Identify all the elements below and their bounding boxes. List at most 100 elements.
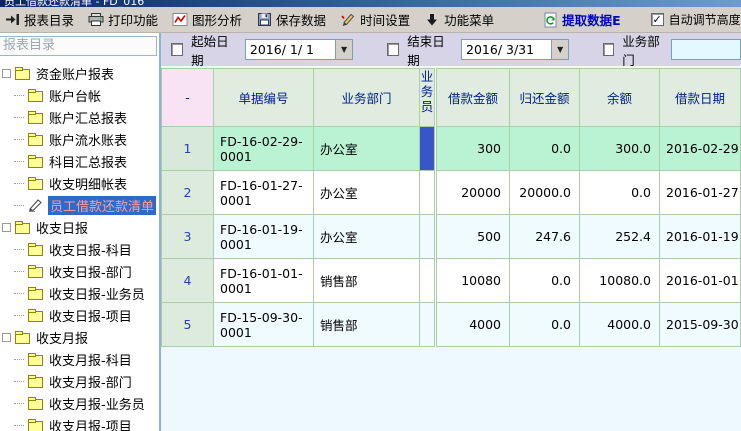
sidebar-item-daily-subject[interactable]: 收支日报-科目 (0, 238, 159, 260)
auto-height-checkbox[interactable] (651, 13, 664, 26)
printer-icon (88, 12, 104, 28)
sidebar-item-account-flow[interactable]: 账户流水账表 (0, 128, 159, 150)
extract-data-label: 提取数据E (562, 10, 621, 29)
table-header-row: - 单据编号 业务部门 业务员 借款金额 归还金额 余额 借款日期 (162, 69, 741, 127)
window-titlebar: 员工借款还款清单 - FD_016 (0, 0, 741, 7)
report-directory-button[interactable]: 报表目录 (2, 8, 80, 31)
sidebar-item-daily-report[interactable]: 收支日报 (0, 216, 159, 238)
department-label: 业务部门 (622, 33, 663, 66)
folder-icon (28, 289, 43, 300)
sidebar-item-daily-project[interactable]: 收支日报-项目 (0, 304, 159, 326)
auto-height-toggle[interactable]: 自动调节高度 (651, 11, 741, 28)
window-title: 员工借款还款清单 - FD_016 (4, 0, 144, 7)
end-date-label: 结束日期 (407, 33, 453, 66)
tree-expand-icon[interactable] (2, 223, 11, 232)
table-row[interactable]: 1 FD-16-02-29-0001 办公室 300 0.0 300.0 201… (162, 127, 741, 171)
sidebar-header: 报表目录 (0, 36, 157, 56)
folder-icon (28, 355, 43, 366)
loan-table-wrap: - 单据编号 业务部门 业务员 借款金额 归还金额 余额 借款日期 1 FD-1… (161, 68, 741, 347)
time-settings-button[interactable]: 时间设置 (338, 8, 416, 31)
selected-cell[interactable] (420, 127, 436, 171)
save-data-label: 保存数据 (276, 10, 326, 29)
folder-icon (28, 421, 43, 431)
table-row[interactable]: 3 FD-16-01-19-0001 办公室 500 247.6 252.4 2… (162, 215, 741, 259)
end-date-filter: 结束日期 2016/ 3/31 ▼ (387, 33, 569, 66)
report-tree: 资金账户报表 账户台帐 账户汇总报表 账户流水账表 (0, 62, 159, 431)
end-date-combo[interactable]: 2016/ 3/31 ▼ (461, 39, 569, 60)
folder-icon (28, 399, 43, 410)
main-panel: 起始日期 2016/ 1/ 1 ▼ 结束日期 2016/ 3/31 ▼ (161, 33, 741, 431)
start-date-value: 2016/ 1/ 1 (246, 40, 335, 59)
chevron-down-icon[interactable]: ▼ (551, 40, 568, 59)
refresh-page-icon (542, 12, 558, 28)
extract-data-button[interactable]: 提取数据E (542, 10, 621, 29)
save-icon (256, 12, 272, 28)
col-header-doc-no[interactable]: 单据编号 (214, 69, 314, 127)
time-settings-label: 时间设置 (360, 10, 410, 29)
col-header-agent[interactable]: 业务员 (420, 69, 436, 127)
function-menu-label: 功能菜单 (444, 10, 494, 29)
report-directory-label: 报表目录 (24, 10, 74, 29)
col-header-dept[interactable]: 业务部门 (314, 69, 420, 127)
sidebar-item-monthly-department[interactable]: 收支月报-部门 (0, 370, 159, 392)
save-data-button[interactable]: 保存数据 (254, 8, 332, 31)
col-header-repaid[interactable]: 归还金额 (510, 69, 580, 127)
folder-icon (28, 179, 43, 190)
start-date-label: 起始日期 (191, 33, 237, 66)
pen-icon (28, 198, 44, 212)
loan-table: - 单据编号 业务部门 业务员 借款金额 归还金额 余额 借款日期 1 FD-1… (161, 68, 741, 347)
table-row[interactable]: 4 FD-16-01-01-0001 销售部 10080 0.0 10080.0… (162, 259, 741, 303)
sidebar-item-income-expense-detail[interactable]: 收支明细帐表 (0, 172, 159, 194)
end-date-value: 2016/ 3/31 (462, 40, 551, 59)
folder-icon (28, 91, 43, 102)
auto-height-label: 自动调节高度 (669, 11, 741, 28)
folder-icon (15, 223, 30, 234)
start-date-combo[interactable]: 2016/ 1/ 1 ▼ (245, 39, 353, 60)
sidebar-item-monthly-report[interactable]: 收支月报 (0, 326, 159, 348)
sidebar-item-monthly-subject[interactable]: 收支月报-科目 (0, 348, 159, 370)
department-input[interactable] (671, 39, 741, 60)
col-header-balance[interactable]: 余额 (580, 69, 660, 127)
sidebar-item-daily-agent[interactable]: 收支日报-业务员 (0, 282, 159, 304)
sidebar-item-account-ledger[interactable]: 账户台帐 (0, 84, 159, 106)
sidebar-item-employee-loan-repayment[interactable]: 员工借款还款清单 (0, 194, 159, 216)
print-label: 打印功能 (108, 10, 158, 29)
toolbar: 报表目录 打印功能 图形分析 保存数据 时间设置 (0, 7, 741, 33)
print-button[interactable]: 打印功能 (86, 8, 164, 31)
table-row[interactable]: 2 FD-16-01-27-0001 办公室 20000 20000.0 0.0… (162, 171, 741, 215)
tree-expand-icon[interactable] (2, 333, 11, 342)
folder-icon (28, 157, 43, 168)
folder-icon (28, 377, 43, 388)
department-checkbox[interactable] (603, 43, 614, 56)
chevron-down-icon[interactable]: ▼ (335, 40, 352, 59)
report-directory-icon (4, 12, 20, 28)
chart-analysis-icon (172, 12, 188, 28)
chart-analysis-label: 图形分析 (192, 10, 242, 29)
sidebar-item-capital-account-reports[interactable]: 资金账户报表 (0, 62, 159, 84)
sidebar-item-monthly-agent[interactable]: 收支月报-业务员 (0, 392, 159, 414)
col-header-date[interactable]: 借款日期 (660, 69, 741, 127)
app-window: 员工借款还款清单 - FD_016 报表目录 打印功能 图形分析 保存数据 (0, 0, 741, 431)
folder-icon (28, 113, 43, 124)
sidebar-item-monthly-project[interactable]: 收支月报-项目 (0, 414, 159, 431)
tree-expand-icon[interactable] (2, 69, 11, 78)
col-header-index[interactable]: - (162, 69, 214, 127)
function-menu-button[interactable]: 功能菜单 (422, 8, 500, 31)
sidebar: 报表目录 资金账户报表 账户台帐 账户汇总报表 (0, 33, 161, 431)
start-date-checkbox[interactable] (171, 43, 183, 56)
folder-icon (28, 135, 43, 146)
folder-icon (15, 69, 30, 80)
start-date-filter: 起始日期 2016/ 1/ 1 ▼ (171, 33, 353, 66)
folder-icon (15, 333, 30, 344)
folder-icon (28, 245, 43, 256)
end-date-checkbox[interactable] (387, 43, 399, 56)
table-row[interactable]: 5 FD-15-09-30-0001 销售部 4000 0.0 4000.0 2… (162, 303, 741, 347)
time-settings-icon (340, 12, 356, 28)
sidebar-item-daily-department[interactable]: 收支日报-部门 (0, 260, 159, 282)
folder-icon (28, 267, 43, 278)
chart-analysis-button[interactable]: 图形分析 (170, 8, 248, 31)
sidebar-item-account-summary[interactable]: 账户汇总报表 (0, 106, 159, 128)
department-filter: 业务部门 (603, 33, 741, 66)
sidebar-item-subject-summary[interactable]: 科目汇总报表 (0, 150, 159, 172)
col-header-loan[interactable]: 借款金额 (436, 69, 510, 127)
